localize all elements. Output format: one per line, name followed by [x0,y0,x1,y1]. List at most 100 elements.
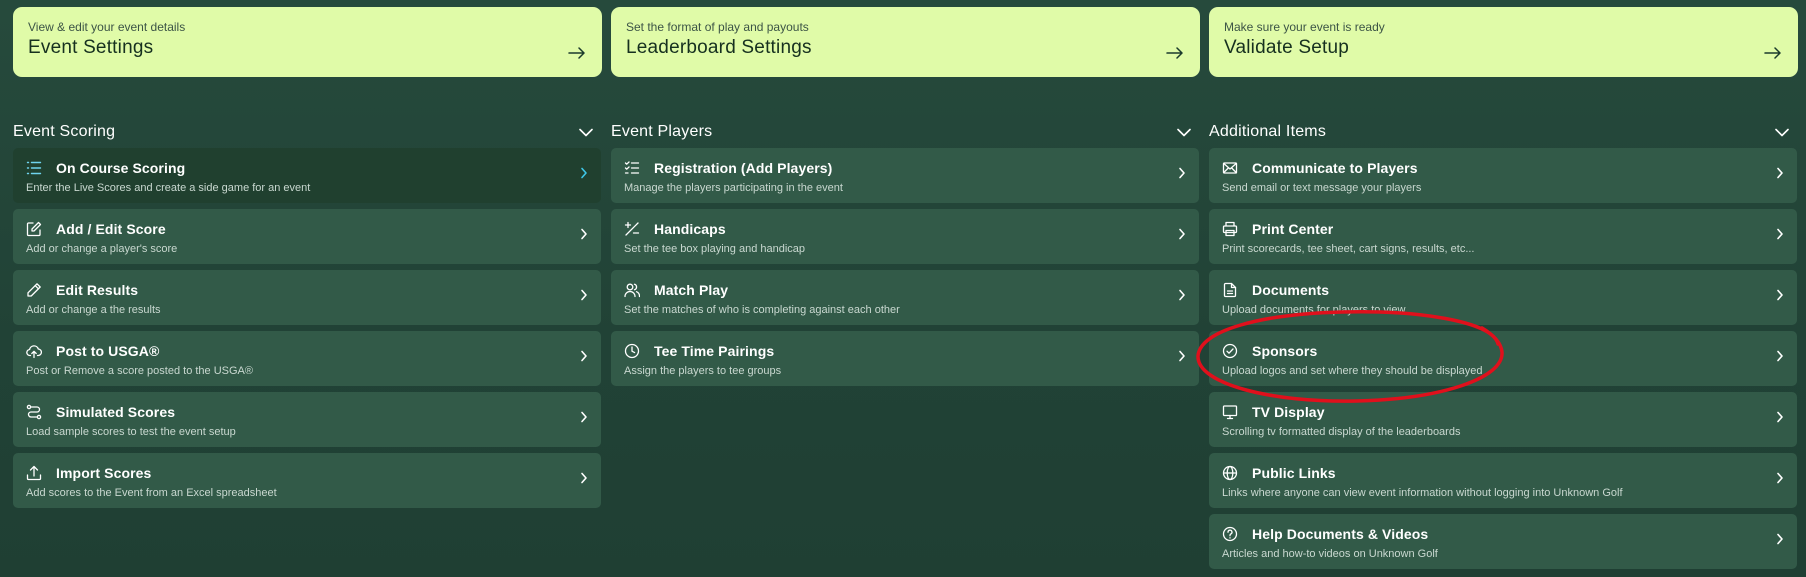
tee-time-pairings-item[interactable]: Tee Time Pairings Assign the players to … [611,331,1199,386]
arrow-right-icon [1166,47,1183,59]
item-label: Communicate to Players [1252,160,1418,176]
item-label: Documents [1252,282,1330,298]
public-links-item[interactable]: Public Links Links where anyone can view… [1209,453,1797,508]
tv-display-item[interactable]: TV Display Scrolling tv formatted displa… [1209,392,1797,447]
chevron-right-icon [581,228,587,240]
section-title: Additional Items [1209,123,1327,140]
chevron-right-icon [1777,167,1783,179]
item-label: Help Documents & Videos [1252,526,1429,542]
badge-check-icon [1222,343,1238,359]
item-label: Tee Time Pairings [654,343,775,359]
validate-setup-card[interactable]: Make sure your event is ready Validate S… [1209,7,1798,77]
item-description: Articles and how-to videos on Unknown Go… [1222,548,1438,560]
checklist-icon [624,161,640,174]
registration-item[interactable]: Registration (Add Players) Manage the pl… [611,148,1199,203]
item-label: Import Scores [56,465,152,481]
event-settings-card[interactable]: View & edit your event details Event Set… [13,7,602,77]
item-description: Links where anyone can view event inform… [1222,487,1623,499]
chevron-right-icon [581,289,587,301]
on-course-scoring-item[interactable]: On Course Scoring Enter the Live Scores … [13,148,601,203]
match-play-item[interactable]: Match Play Set the matches of who is com… [611,270,1199,325]
item-description: Post or Remove a score posted to the USG… [26,365,253,377]
item-label: On Course Scoring [56,160,186,176]
documents-item[interactable]: Documents Upload documents for players t… [1209,270,1797,325]
sections: Event Scoring On Course Scoring Enter th… [13,117,1797,569]
item-label: Print Center [1252,221,1334,237]
chevron-right-icon [1777,350,1783,362]
add-edit-score-item[interactable]: Add / Edit Score Add or change a player'… [13,209,601,264]
plus-minus-icon [624,221,640,236]
arrow-right-icon [568,47,585,59]
chevron-right-icon [1777,411,1783,423]
chevron-right-icon [1777,472,1783,484]
edit-square-icon [26,221,42,237]
item-description: Print scorecards, tee sheet, cart signs,… [1222,243,1475,255]
handicaps-item[interactable]: Handicaps Set the tee box playing and ha… [611,209,1199,264]
item-label: Add / Edit Score [56,221,166,237]
import-scores-item[interactable]: Import Scores Add scores to the Event fr… [13,453,601,508]
chevron-down-icon[interactable] [579,128,593,137]
item-label: Match Play [654,282,729,298]
item-description: Scrolling tv formatted display of the le… [1222,426,1461,438]
printer-icon [1222,221,1238,237]
list-icon [26,161,42,175]
chevron-right-icon [1179,350,1185,362]
chevron-right-icon [1179,167,1185,179]
document-icon [1223,282,1237,298]
item-label: Edit Results [56,282,139,298]
route-icon [26,404,42,420]
card-subtitle: Set the format of play and payouts [626,20,809,34]
additional-items-column: Additional Items Communicate to Players … [1209,117,1797,569]
item-description: Manage the players participating in the … [624,182,843,194]
item-description: Upload logos and set where they should b… [1222,365,1483,377]
post-to-usga-item[interactable]: Post to USGA® Post or Remove a score pos… [13,331,601,386]
item-label: Public Links [1252,465,1336,481]
edit-results-item[interactable]: Edit Results Add or change a the results [13,270,601,325]
print-center-item[interactable]: Print Center Print scorecards, tee sheet… [1209,209,1797,264]
item-description: Upload documents for players to view [1222,304,1406,316]
clock-icon [624,343,640,359]
item-label: Sponsors [1252,343,1318,359]
chevron-right-icon [1777,533,1783,545]
simulated-scores-item[interactable]: Simulated Scores Load sample scores to t… [13,392,601,447]
section-title: Event Players [611,123,713,140]
item-description: Add or change a the results [26,304,161,316]
event-players-header[interactable]: Event Players [611,117,1199,147]
event-players-column: Event Players Registration (Add Players)… [611,117,1199,569]
section-title: Event Scoring [13,123,116,140]
help-documents-item[interactable]: Help Documents & Videos Articles and how… [1209,514,1797,569]
item-description: Enter the Live Scores and create a side … [26,182,311,194]
chevron-right-icon [1777,228,1783,240]
chevron-right-icon [1179,228,1185,240]
pencil-icon [27,283,41,297]
item-description: Send email or text message your players [1222,182,1422,194]
users-icon [624,283,640,298]
item-description: Set the tee box playing and handicap [624,243,806,255]
cloud-upload-icon [26,345,42,359]
mail-icon [1222,162,1238,174]
event-scoring-header[interactable]: Event Scoring [13,117,601,147]
chevron-right-icon [581,411,587,423]
leaderboard-settings-card[interactable]: Set the format of play and payouts Leade… [611,7,1200,77]
card-title: Validate Setup [1224,37,1349,58]
card-subtitle: View & edit your event details [28,20,186,34]
chevron-down-icon[interactable] [1775,128,1789,137]
chevron-right-icon [581,472,587,484]
chevron-right-icon [581,350,587,362]
chevron-right-icon [581,167,587,179]
item-description: Add scores to the Event from an Excel sp… [26,487,277,499]
item-description: Load sample scores to test the event set… [26,426,236,438]
upload-icon [26,465,42,481]
chevron-right-icon [1179,289,1185,301]
sponsors-item[interactable]: Sponsors Upload logos and set where they… [1209,331,1797,386]
chevron-down-icon[interactable] [1177,128,1191,137]
arrow-right-icon [1764,47,1781,59]
card-title: Leaderboard Settings [626,37,812,58]
item-label: Post to USGA® [56,343,160,359]
item-label: TV Display [1252,404,1325,420]
item-label: Registration (Add Players) [654,160,833,176]
globe-icon [1222,465,1238,481]
communicate-to-players-item[interactable]: Communicate to Players Send email or tex… [1209,148,1797,203]
top-cards: View & edit your event details Event Set… [13,7,1798,77]
additional-items-header[interactable]: Additional Items [1209,117,1797,147]
